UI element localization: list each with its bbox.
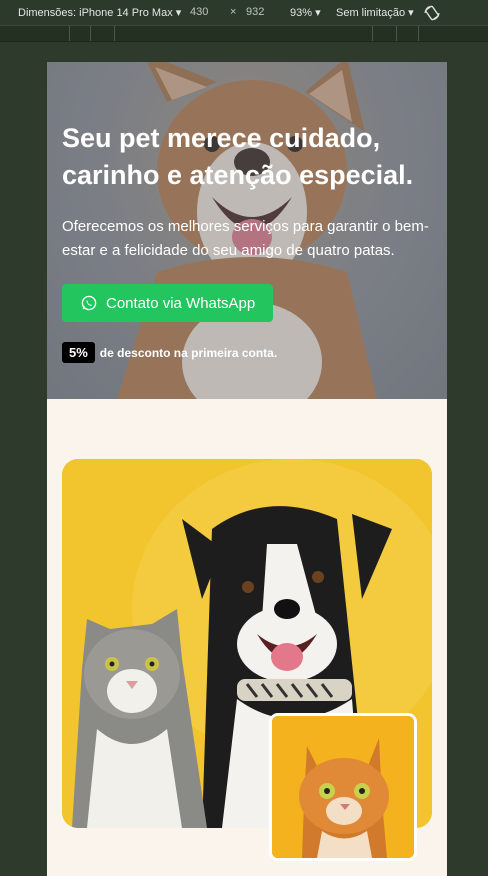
media-query-ruler — [0, 25, 488, 42]
discount-badge: 5% — [62, 342, 95, 363]
hero-subtitle: Oferecemos os melhores serviços para gar… — [62, 218, 429, 259]
discount-note: 5% de desconto na primeira conta. — [62, 342, 277, 363]
hero-section: Seu pet merece cuidado, carinho e atençã… — [47, 62, 447, 399]
width-input[interactable]: 430 — [190, 6, 208, 18]
whatsapp-button-label: Contato via WhatsApp — [106, 294, 256, 312]
discount-text: de desconto na primeira conta. — [99, 345, 278, 360]
whatsapp-contact-button[interactable]: Contato via WhatsApp — [62, 284, 273, 322]
device-select[interactable]: Dimensões: iPhone 14 Pro Max ▾ — [18, 6, 181, 19]
rotate-icon[interactable] — [423, 4, 441, 22]
cat-thumbnail-photo — [269, 713, 417, 861]
device-viewport: Seu pet merece cuidado, carinho e atençã… — [47, 62, 447, 876]
whatsapp-icon — [81, 295, 97, 311]
zoom-label: 93% — [290, 7, 313, 19]
device-label: Dimensões: iPhone 14 Pro Max — [18, 7, 173, 19]
throttle-label: Sem limitação — [336, 7, 406, 19]
times-sign: × — [230, 6, 237, 18]
throttle-select[interactable]: Sem limitação ▾ — [336, 6, 414, 19]
devtools-toolbar: Dimensões: iPhone 14 Pro Max ▾ 430 × 932… — [0, 0, 488, 25]
zoom-select[interactable]: 93% ▾ — [290, 6, 321, 19]
height-input[interactable]: 932 — [246, 6, 264, 18]
hero-title: Seu pet merece cuidado, carinho e atençã… — [62, 123, 414, 190]
